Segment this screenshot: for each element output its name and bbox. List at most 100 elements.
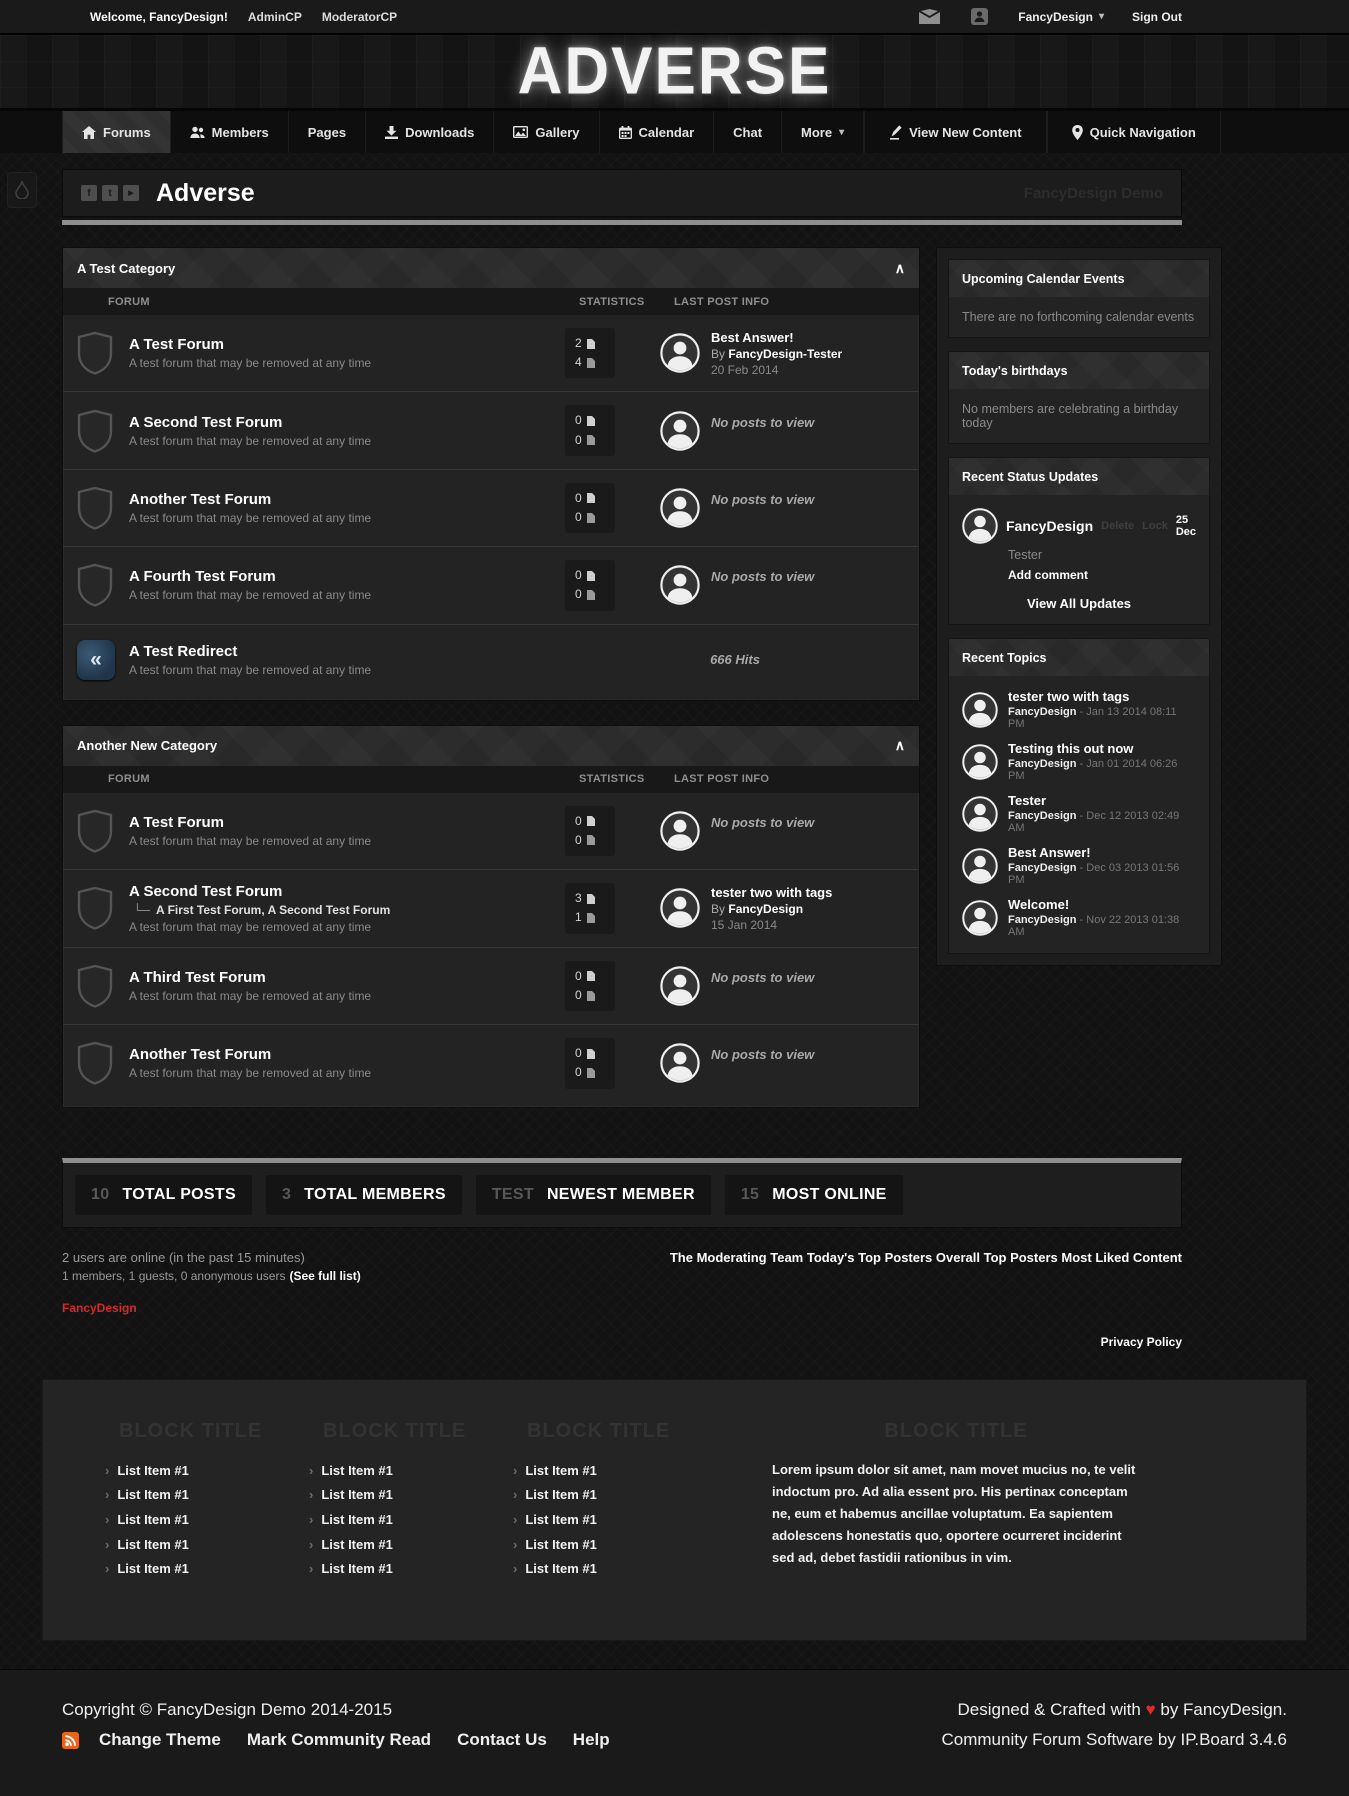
rss-icon[interactable] <box>62 1732 79 1749</box>
facebook-icon[interactable]: f <box>81 185 97 201</box>
sign-out-link[interactable]: Sign Out <box>1132 10 1182 24</box>
last-post-avatar[interactable] <box>660 333 700 373</box>
tab-calendar[interactable]: Calendar <box>600 111 715 153</box>
avatar[interactable] <box>962 692 998 728</box>
status-lock-link[interactable]: Lock <box>1142 520 1168 532</box>
forum-link[interactable]: Another Test Forum <box>129 491 557 508</box>
top-bar: Welcome, FancyDesign! AdminCP ModeratorC… <box>0 0 1349 35</box>
footer-list-item[interactable]: ›List Item #1 <box>309 1508 513 1533</box>
footer-list-item[interactable]: ›List Item #1 <box>309 1459 513 1484</box>
sidebar-header[interactable]: Upcoming Calendar Events <box>949 260 1209 297</box>
moderatorcp-link[interactable]: ModeratorCP <box>322 10 397 24</box>
online-count: 2 users are online (in the past 15 minut… <box>62 1250 361 1265</box>
status-author[interactable]: FancyDesign <box>1006 518 1093 534</box>
forum-link[interactable]: A Fourth Test Forum <box>129 568 557 585</box>
arrow-icon: › <box>105 1508 109 1533</box>
footer-list-item[interactable]: ›List Item #1 <box>513 1483 717 1508</box>
see-full-list-link[interactable]: (See full list) <box>289 1269 360 1283</box>
topic-author[interactable]: FancyDesign <box>1008 758 1076 770</box>
status-delete-link[interactable]: Delete <box>1101 520 1134 532</box>
last-post-avatar[interactable] <box>660 888 700 928</box>
topic-link[interactable]: Testing this out now <box>1008 741 1196 756</box>
forum-link[interactable]: A Test Forum <box>129 336 557 353</box>
sidebar-header[interactable]: Today's birthdays <box>949 352 1209 389</box>
overall-top-posters-link[interactable]: Overall Top Posters <box>936 1250 1058 1265</box>
todays-top-posters-link[interactable]: Today's Top Posters <box>807 1250 932 1265</box>
last-post-title[interactable]: Best Answer! <box>711 330 842 345</box>
tab-chat[interactable]: Chat <box>714 111 782 153</box>
avatar[interactable] <box>962 900 998 936</box>
tab-forums[interactable]: Forums <box>62 111 171 153</box>
site-logo[interactable]: ADVERSE <box>518 38 832 105</box>
sidebar-header[interactable]: Recent Topics <box>949 639 1209 676</box>
change-theme-link[interactable]: Change Theme <box>99 1730 221 1750</box>
last-post-author[interactable]: FancyDesign-Tester <box>728 347 842 361</box>
category-header[interactable]: Another New Category ∧ <box>63 726 919 766</box>
topic-link[interactable]: Best Answer! <box>1008 845 1196 860</box>
forum-shield-icon <box>77 809 129 853</box>
avatar[interactable] <box>962 848 998 884</box>
notifications-icon[interactable] <box>968 9 990 25</box>
contact-us-link[interactable]: Contact Us <box>457 1730 547 1750</box>
footer-list-item[interactable]: ›List Item #1 <box>513 1459 717 1484</box>
forum-link[interactable]: A Test Redirect <box>129 643 557 660</box>
footer-list-item[interactable]: ›List Item #1 <box>513 1557 717 1582</box>
tab-gallery[interactable]: Gallery <box>494 111 599 153</box>
user-menu[interactable]: FancyDesign ▾ <box>1018 10 1104 24</box>
footer-list-item[interactable]: ›List Item #1 <box>105 1459 309 1484</box>
topic-author[interactable]: FancyDesign <box>1008 862 1076 874</box>
privacy-policy-link[interactable]: Privacy Policy <box>62 1335 1182 1349</box>
topic-author[interactable]: FancyDesign <box>1008 914 1076 926</box>
add-comment-link[interactable]: Add comment <box>1008 568 1196 582</box>
forum-link[interactable]: A Second Test Forum <box>129 414 557 431</box>
topic-link[interactable]: Tester <box>1008 793 1196 808</box>
forum-link[interactable]: A Second Test Forum <box>129 883 557 900</box>
topic-author[interactable]: FancyDesign <box>1008 810 1076 822</box>
topic-author[interactable]: FancyDesign <box>1008 706 1076 718</box>
tab-pages[interactable]: Pages <box>289 111 366 153</box>
footer-list-item[interactable]: ›List Item #1 <box>105 1557 309 1582</box>
forum-link[interactable]: Another Test Forum <box>129 1046 557 1063</box>
avatar[interactable] <box>962 508 998 544</box>
subforum-links[interactable]: └─A First Test Forum, A Second Test Foru… <box>133 903 557 917</box>
topic-link[interactable]: Welcome! <box>1008 897 1196 912</box>
twitter-icon[interactable]: t <box>102 185 118 201</box>
reply-doc-icon <box>587 991 595 1001</box>
mark-community-read-link[interactable]: Mark Community Read <box>247 1730 431 1750</box>
messenger-envelope-icon[interactable] <box>918 9 940 25</box>
admincp-link[interactable]: AdminCP <box>248 10 302 24</box>
moderating-team-link[interactable]: The Moderating Team <box>670 1250 803 1265</box>
water-drop-icon[interactable] <box>7 172 37 208</box>
topic-link[interactable]: tester two with tags <box>1008 689 1196 704</box>
online-member-link[interactable]: FancyDesign <box>62 1301 1182 1315</box>
sidebar-header[interactable]: Recent Status Updates <box>949 458 1209 495</box>
footer-list-item[interactable]: ›List Item #1 <box>105 1533 309 1558</box>
collapse-chevron-icon[interactable]: ∧ <box>895 260 905 277</box>
footer-list-item[interactable]: ›List Item #1 <box>105 1483 309 1508</box>
category-header[interactable]: A Test Category ∧ <box>63 248 919 288</box>
online-users-section: 2 users are online (in the past 15 minut… <box>62 1250 1182 1283</box>
avatar[interactable] <box>962 744 998 780</box>
footer-list-item[interactable]: ›List Item #1 <box>309 1557 513 1582</box>
youtube-icon[interactable]: ▶ <box>123 185 139 201</box>
tab-more[interactable]: More ▾ <box>782 111 864 153</box>
footer-list-item[interactable]: ›List Item #1 <box>105 1508 309 1533</box>
avatar[interactable] <box>962 796 998 832</box>
stat-total-members: 3 TOTAL MEMBERS <box>266 1175 462 1215</box>
last-post-author[interactable]: FancyDesign <box>728 902 803 916</box>
tab-members[interactable]: Members <box>171 111 289 153</box>
forum-link[interactable]: A Test Forum <box>129 814 557 831</box>
footer-list-item[interactable]: ›List Item #1 <box>309 1533 513 1558</box>
footer-list-item[interactable]: ›List Item #1 <box>513 1508 717 1533</box>
view-all-updates-link[interactable]: View All Updates <box>962 596 1196 611</box>
footer-list-item[interactable]: ›List Item #1 <box>513 1533 717 1558</box>
view-new-content-button[interactable]: View New Content <box>864 111 1046 153</box>
help-link[interactable]: Help <box>573 1730 610 1750</box>
quick-navigation-button[interactable]: Quick Navigation <box>1047 111 1221 153</box>
tab-downloads[interactable]: Downloads <box>366 111 494 153</box>
last-post-title[interactable]: tester two with tags <box>711 885 832 900</box>
most-liked-content-link[interactable]: Most Liked Content <box>1061 1250 1182 1265</box>
footer-list-item[interactable]: ›List Item #1 <box>309 1483 513 1508</box>
collapse-chevron-icon[interactable]: ∧ <box>895 737 905 754</box>
forum-link[interactable]: A Third Test Forum <box>129 969 557 986</box>
